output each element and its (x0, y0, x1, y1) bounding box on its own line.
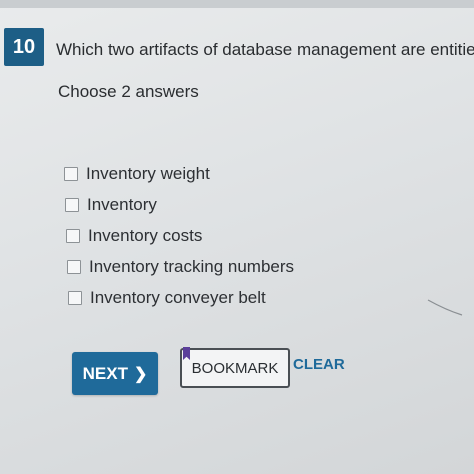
answer-option-2[interactable]: Inventory (65, 189, 384, 220)
answer-checkbox[interactable] (66, 228, 80, 243)
answer-checkbox[interactable] (68, 290, 82, 305)
answer-checkbox[interactable] (64, 166, 78, 181)
answer-list: Inventory weight Inventory Inventory cos… (64, 158, 384, 313)
answer-option-1[interactable]: Inventory weight (64, 158, 384, 189)
pen-mark-decoration (427, 299, 463, 316)
answer-label: Inventory conveyer belt (90, 287, 266, 307)
question-text: Which two artifacts of database manageme… (56, 40, 474, 59)
bookmark-flag-icon (183, 347, 190, 360)
bookmark-button-label: BOOKMARK (191, 359, 279, 377)
top-bar (0, 0, 474, 8)
answer-checkbox[interactable] (67, 259, 81, 274)
answer-option-4[interactable]: Inventory tracking numbers (67, 251, 384, 282)
chevron-right-icon: ❯ (133, 365, 148, 383)
answer-label: Inventory costs (88, 225, 203, 245)
question-number-badge: 10 (4, 28, 44, 66)
answer-label: Inventory tracking numbers (89, 256, 295, 276)
answer-option-3[interactable]: Inventory costs (66, 220, 384, 251)
clear-button[interactable]: CLEAR (293, 356, 345, 373)
answer-label: Inventory (87, 194, 157, 214)
next-button[interactable]: NEXT ❯ (72, 352, 158, 395)
answer-option-5[interactable]: Inventory conveyer belt (68, 282, 384, 313)
answer-checkbox[interactable] (65, 197, 79, 212)
bookmark-button[interactable]: BOOKMARK (180, 347, 290, 388)
answer-label: Inventory weight (86, 163, 210, 183)
answer-instruction: Choose 2 answers (58, 82, 199, 101)
next-button-label: NEXT (82, 363, 128, 383)
